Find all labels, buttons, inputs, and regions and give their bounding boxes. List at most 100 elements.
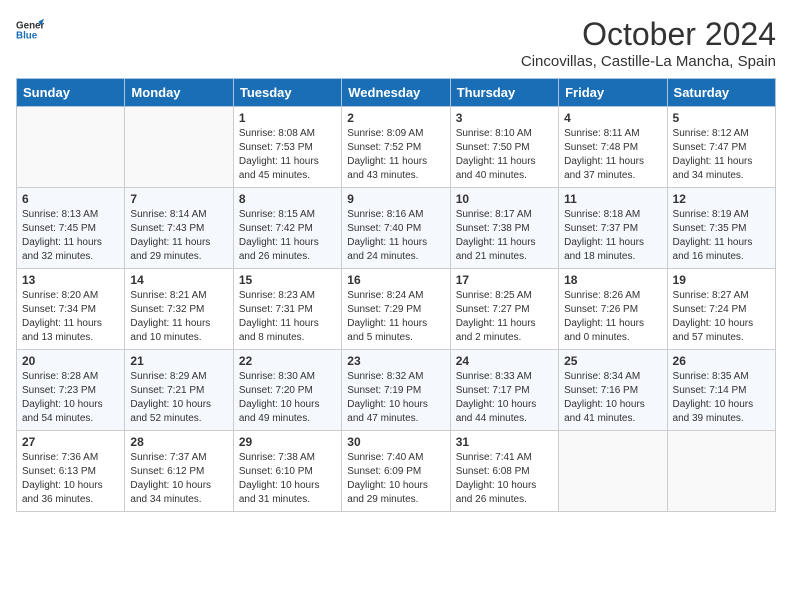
day-info: Sunrise: 8:25 AM Sunset: 7:27 PM Dayligh… <box>456 289 553 345</box>
calendar-cell: 11 Sunrise: 8:18 AM Sunset: 7:37 PM Dayli… <box>559 188 667 269</box>
month-title: October 2024 <box>521 16 776 53</box>
calendar-cell: 5 Sunrise: 8:12 AM Sunset: 7:47 PM Daylig… <box>667 107 775 188</box>
calendar-cell: 22 Sunrise: 8:30 AM Sunset: 7:20 PM Dayli… <box>233 350 341 431</box>
calendar-cell: 8 Sunrise: 8:15 AM Sunset: 7:42 PM Daylig… <box>233 188 341 269</box>
calendar-cell: 30Sunrise: 7:40 AM Sunset: 6:09 PM Dayli… <box>342 431 450 512</box>
day-info: Sunrise: 8:27 AM Sunset: 7:24 PM Dayligh… <box>673 289 770 345</box>
calendar-cell: 31Sunrise: 7:41 AM Sunset: 6:08 PM Dayli… <box>450 431 558 512</box>
day-number: 1 <box>239 111 336 125</box>
calendar-cell: 16 Sunrise: 8:24 AM Sunset: 7:29 PM Dayli… <box>342 269 450 350</box>
day-number: 20 <box>22 354 119 368</box>
calendar-cell <box>17 107 125 188</box>
day-info: Sunrise: 8:21 AM Sunset: 7:32 PM Dayligh… <box>130 289 227 345</box>
week-row-1: 1 Sunrise: 8:08 AM Sunset: 7:53 PM Daylig… <box>17 107 776 188</box>
weekday-header-monday: Monday <box>125 79 233 107</box>
day-info: Sunrise: 8:24 AM Sunset: 7:29 PM Dayligh… <box>347 289 444 345</box>
calendar-cell: 27Sunrise: 7:36 AM Sunset: 6:13 PM Dayli… <box>17 431 125 512</box>
calendar-cell: 15 Sunrise: 8:23 AM Sunset: 7:31 PM Dayli… <box>233 269 341 350</box>
day-info: Sunrise: 8:12 AM Sunset: 7:47 PM Dayligh… <box>673 127 770 183</box>
day-number: 3 <box>456 111 553 125</box>
day-number: 6 <box>22 192 119 206</box>
day-info: Sunrise: 8:34 AM Sunset: 7:16 PM Dayligh… <box>564 370 661 426</box>
day-number: 28 <box>130 435 227 449</box>
calendar-cell: 20 Sunrise: 8:28 AM Sunset: 7:23 PM Dayli… <box>17 350 125 431</box>
day-info: Sunrise: 8:35 AM Sunset: 7:14 PM Dayligh… <box>673 370 770 426</box>
calendar-cell: 4 Sunrise: 8:11 AM Sunset: 7:48 PM Daylig… <box>559 107 667 188</box>
day-info: Sunrise: 8:28 AM Sunset: 7:23 PM Dayligh… <box>22 370 119 426</box>
weekday-header-thursday: Thursday <box>450 79 558 107</box>
day-number: 15 <box>239 273 336 287</box>
calendar-cell: 17 Sunrise: 8:25 AM Sunset: 7:27 PM Dayli… <box>450 269 558 350</box>
day-number: 12 <box>673 192 770 206</box>
day-number: 14 <box>130 273 227 287</box>
day-number: 16 <box>347 273 444 287</box>
weekday-header-friday: Friday <box>559 79 667 107</box>
weekday-header-sunday: Sunday <box>17 79 125 107</box>
day-info: Sunrise: 8:32 AM Sunset: 7:19 PM Dayligh… <box>347 370 444 426</box>
weekday-header-wednesday: Wednesday <box>342 79 450 107</box>
title-block: October 2024 Cincovillas, Castille-La Ma… <box>521 16 776 70</box>
calendar-cell: 6 Sunrise: 8:13 AM Sunset: 7:45 PM Daylig… <box>17 188 125 269</box>
calendar-cell: 23 Sunrise: 8:32 AM Sunset: 7:19 PM Dayli… <box>342 350 450 431</box>
day-number: 25 <box>564 354 661 368</box>
week-row-3: 13 Sunrise: 8:20 AM Sunset: 7:34 PM Dayli… <box>17 269 776 350</box>
day-number: 4 <box>564 111 661 125</box>
calendar-cell <box>667 431 775 512</box>
day-info: Sunrise: 8:15 AM Sunset: 7:42 PM Dayligh… <box>239 208 336 264</box>
day-number: 17 <box>456 273 553 287</box>
day-info: Sunrise: 8:33 AM Sunset: 7:17 PM Dayligh… <box>456 370 553 426</box>
day-info: Sunrise: 8:11 AM Sunset: 7:48 PM Dayligh… <box>564 127 661 183</box>
calendar-cell: 12 Sunrise: 8:19 AM Sunset: 7:35 PM Dayli… <box>667 188 775 269</box>
calendar-cell: 25 Sunrise: 8:34 AM Sunset: 7:16 PM Dayli… <box>559 350 667 431</box>
calendar-cell: 24 Sunrise: 8:33 AM Sunset: 7:17 PM Dayli… <box>450 350 558 431</box>
day-info: Sunrise: 8:19 AM Sunset: 7:35 PM Dayligh… <box>673 208 770 264</box>
day-number: 19 <box>673 273 770 287</box>
page-header: General Blue October 2024 Cincovillas, C… <box>16 16 776 70</box>
weekday-header-saturday: Saturday <box>667 79 775 107</box>
day-info: Sunrise: 8:23 AM Sunset: 7:31 PM Dayligh… <box>239 289 336 345</box>
day-info: Sunrise: 7:40 AM Sunset: 6:09 PM Dayligh… <box>347 451 444 507</box>
day-info: Sunrise: 7:37 AM Sunset: 6:12 PM Dayligh… <box>130 451 227 507</box>
day-number: 7 <box>130 192 227 206</box>
day-number: 13 <box>22 273 119 287</box>
day-info: Sunrise: 8:13 AM Sunset: 7:45 PM Dayligh… <box>22 208 119 264</box>
day-number: 18 <box>564 273 661 287</box>
day-info: Sunrise: 7:36 AM Sunset: 6:13 PM Dayligh… <box>22 451 119 507</box>
day-number: 8 <box>239 192 336 206</box>
day-number: 10 <box>456 192 553 206</box>
day-info: Sunrise: 8:20 AM Sunset: 7:34 PM Dayligh… <box>22 289 119 345</box>
day-number: 22 <box>239 354 336 368</box>
day-number: 5 <box>673 111 770 125</box>
day-number: 23 <box>347 354 444 368</box>
day-info: Sunrise: 8:26 AM Sunset: 7:26 PM Dayligh… <box>564 289 661 345</box>
week-row-2: 6 Sunrise: 8:13 AM Sunset: 7:45 PM Daylig… <box>17 188 776 269</box>
day-info: Sunrise: 8:16 AM Sunset: 7:40 PM Dayligh… <box>347 208 444 264</box>
calendar-cell: 28 Sunrise: 7:37 AM Sunset: 6:12 PM Dayli… <box>125 431 233 512</box>
day-info: Sunrise: 7:41 AM Sunset: 6:08 PM Dayligh… <box>456 451 553 507</box>
calendar-cell <box>559 431 667 512</box>
calendar-cell: 21Sunrise: 8:29 AM Sunset: 7:21 PM Dayli… <box>125 350 233 431</box>
day-info: Sunrise: 8:09 AM Sunset: 7:52 PM Dayligh… <box>347 127 444 183</box>
svg-text:Blue: Blue <box>16 30 38 41</box>
calendar-cell: 2 Sunrise: 8:09 AM Sunset: 7:52 PM Daylig… <box>342 107 450 188</box>
week-row-4: 20 Sunrise: 8:28 AM Sunset: 7:23 PM Dayli… <box>17 350 776 431</box>
logo-icon: General Blue <box>16 16 44 44</box>
day-info: Sunrise: 8:08 AM Sunset: 7:53 PM Dayligh… <box>239 127 336 183</box>
calendar-cell: 19 Sunrise: 8:27 AM Sunset: 7:24 PM Dayli… <box>667 269 775 350</box>
day-number: 2 <box>347 111 444 125</box>
calendar-cell: 7 Sunrise: 8:14 AM Sunset: 7:43 PM Daylig… <box>125 188 233 269</box>
day-number: 11 <box>564 192 661 206</box>
day-number: 9 <box>347 192 444 206</box>
day-number: 24 <box>456 354 553 368</box>
calendar-cell: 3Sunrise: 8:10 AM Sunset: 7:50 PM Daylig… <box>450 107 558 188</box>
day-info: Sunrise: 7:38 AM Sunset: 6:10 PM Dayligh… <box>239 451 336 507</box>
day-info: Sunrise: 8:14 AM Sunset: 7:43 PM Dayligh… <box>130 208 227 264</box>
day-info: Sunrise: 8:18 AM Sunset: 7:37 PM Dayligh… <box>564 208 661 264</box>
calendar-cell: 18 Sunrise: 8:26 AM Sunset: 7:26 PM Dayli… <box>559 269 667 350</box>
day-info: Sunrise: 8:17 AM Sunset: 7:38 PM Dayligh… <box>456 208 553 264</box>
calendar-table: SundayMondayTuesdayWednesdayThursdayFrid… <box>16 78 776 512</box>
day-info: Sunrise: 8:30 AM Sunset: 7:20 PM Dayligh… <box>239 370 336 426</box>
calendar-cell: 29Sunrise: 7:38 AM Sunset: 6:10 PM Dayli… <box>233 431 341 512</box>
day-number: 26 <box>673 354 770 368</box>
location: Cincovillas, Castille-La Mancha, Spain <box>521 53 776 70</box>
